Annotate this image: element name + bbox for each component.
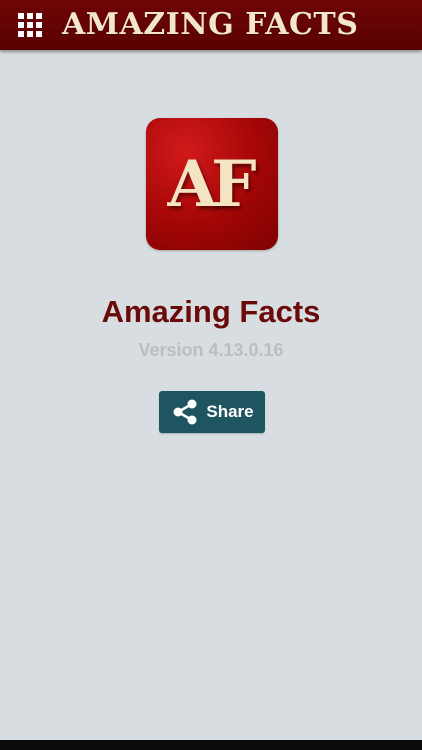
system-nav-bar [0,740,422,750]
header-title: AMAZING FACTS [62,7,359,42]
apps-grid-icon [18,13,42,37]
app-version: Version 4.13.0.16 [138,340,284,360]
app-logo-text: AF [167,146,256,222]
share-label: Share [206,402,254,421]
share-icon [173,399,197,425]
app-logo: AF [146,118,278,250]
share-button[interactable]: Share [159,391,265,433]
menu-button[interactable] [0,0,60,50]
app-header: AMAZING FACTS [0,0,422,50]
app-name: Amazing Facts [101,294,321,329]
